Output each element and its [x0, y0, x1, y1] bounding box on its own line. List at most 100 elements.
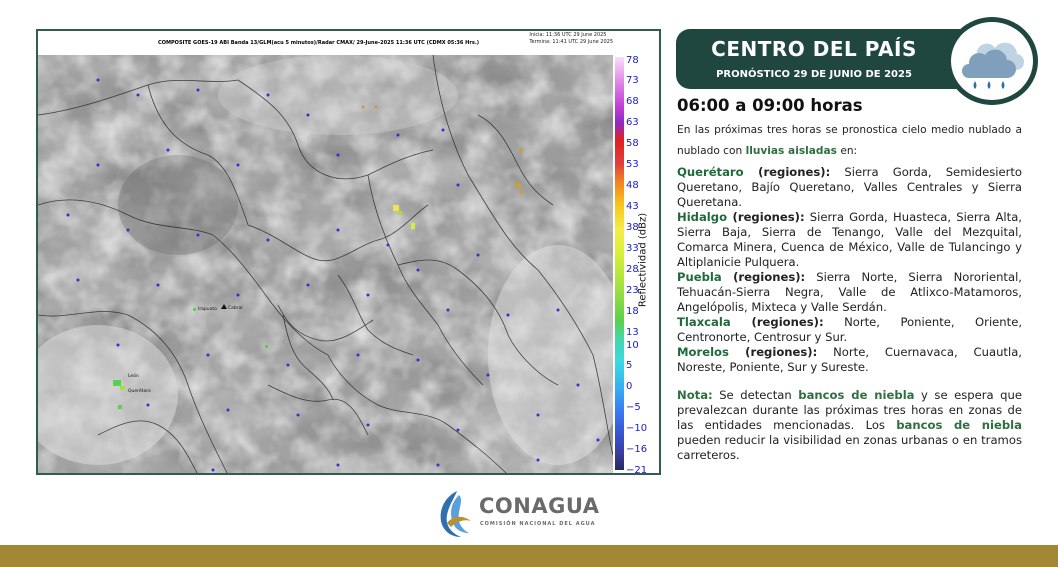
time-range-heading: 06:00 a 09:00 horas [677, 96, 863, 115]
scale-tick-label: 5 [626, 360, 633, 371]
conagua-logo: CONAGUA COMISIÓN NACIONAL DEL AGUA [437, 489, 617, 539]
city-marker [306, 113, 310, 117]
city-marker [336, 228, 340, 232]
map-start-time: Inicia: 11:36 UTC 29 June 2025 [529, 32, 607, 38]
state-name: Hidalgo [677, 210, 728, 224]
scale-tick-label: 0 [626, 381, 633, 392]
city-marker [226, 408, 230, 412]
scale-tick-label: −16 [626, 444, 648, 455]
cloud-mass [218, 55, 458, 135]
fog-highlight: bancos de niebla [798, 388, 915, 402]
region-tag: (regiones): [730, 315, 824, 329]
radar-echo [193, 308, 196, 311]
banner-subtitle: PRONÓSTICO 29 DE JUNIO DE 2025 [716, 69, 912, 80]
city-marker [536, 413, 540, 417]
city-marker [446, 308, 450, 312]
place-label-cabral: Cabral [228, 305, 243, 311]
city-marker [236, 293, 240, 297]
scale-tick-label: 58 [626, 138, 639, 149]
note-text: Se detectan [712, 388, 799, 402]
city-marker [436, 463, 440, 467]
intro-text-end: en: [836, 145, 858, 157]
state-name: Querétaro [677, 165, 744, 179]
city-marker [416, 358, 420, 362]
city-marker [386, 243, 390, 247]
city-marker [336, 463, 340, 467]
satellite-image: Cabral Irapuato León Querétaro [38, 55, 613, 473]
state-name: Tlaxcala [677, 315, 731, 329]
city-marker [286, 363, 290, 367]
city-marker [146, 403, 150, 407]
region-list: Querétaro (regiones): Sierra Gorda, Semi… [677, 165, 1022, 375]
city-marker [196, 88, 200, 92]
forecast-text: 06:00 a 09:00 horas En las próximas tres… [677, 96, 1022, 463]
map-header: COMPOSITE GOES-19 ABI Banda 13/GLM(acu 5… [38, 31, 659, 55]
city-marker [556, 308, 560, 312]
scale-tick-label: 18 [626, 306, 639, 317]
city-marker [266, 238, 270, 242]
region-item: Querétaro (regiones): Sierra Gorda, Semi… [677, 165, 1022, 210]
city-marker [166, 148, 170, 152]
city-marker [96, 78, 100, 82]
radar-echo [118, 405, 122, 409]
place-label-irapuato: Irapuato [198, 306, 217, 312]
place-label-leon: León [128, 372, 139, 379]
city-marker [206, 353, 210, 357]
map-time-range: Inicia: 11:36 UTC 29 June 2025 Termina: … [529, 32, 613, 46]
scale-tick-label: 73 [626, 75, 639, 86]
city-marker [296, 413, 300, 417]
cloud-rain-icon [962, 42, 1025, 89]
cloud-mass [118, 155, 238, 255]
map-caption: COMPOSITE GOES-19 ABI Banda 13/GLM(acu 5… [158, 40, 480, 46]
city-marker [486, 373, 490, 377]
logo-subtitle: COMISIÓN NACIONAL DEL AGUA [480, 521, 596, 527]
region-item: Morelos (regiones): Norte, Cuernavaca, C… [677, 345, 1022, 375]
radar-echo [120, 386, 125, 390]
city-marker [576, 383, 580, 387]
scale-tick-label: 63 [626, 117, 639, 128]
note-label: Nota: [677, 388, 713, 402]
place-label-queretaro: Querétaro [128, 387, 151, 394]
reflectivity-color-bar [615, 57, 624, 470]
banner-title: CENTRO DEL PAÍS [711, 37, 917, 61]
city-marker [476, 253, 480, 257]
conagua-emblem-icon [440, 491, 471, 537]
city-marker [536, 458, 540, 462]
city-marker [366, 293, 370, 297]
city-marker [506, 313, 510, 317]
radar-echo [398, 211, 402, 215]
region-item: Puebla (regiones): Sierra Norte, Sierra … [677, 270, 1022, 315]
note-text: pueden reducir la visibilidad en zonas u… [677, 433, 1022, 462]
city-marker [236, 163, 240, 167]
scale-tick-label: 78 [626, 55, 639, 66]
weather-badge [946, 17, 1038, 105]
scale-tick-label: 68 [626, 96, 639, 107]
city-marker [126, 228, 130, 232]
radar-echo [519, 190, 523, 194]
radar-echo [113, 380, 121, 386]
region-item: Tlaxcala (regiones): Norte, Poniente, Or… [677, 315, 1022, 345]
city-marker [456, 183, 460, 187]
city-marker [96, 163, 100, 167]
logo-wordmark: CONAGUA [479, 494, 600, 518]
city-marker [196, 233, 200, 237]
city-marker [266, 93, 270, 97]
radar-echo [515, 182, 521, 188]
scale-tick-label: 53 [626, 159, 639, 170]
fog-highlight: bancos de niebla [896, 418, 1022, 432]
footer-bar [0, 545, 1058, 567]
city-marker [396, 133, 400, 137]
region-tag: (regiones): [728, 345, 818, 359]
city-marker [76, 278, 80, 282]
radar-echo [361, 105, 365, 109]
reflectivity-axis-label: Reflectividad (dBz) [637, 212, 649, 308]
region-tag: (regiones): [721, 270, 806, 284]
scale-tick-label: 13 [626, 327, 639, 338]
city-marker [416, 268, 420, 272]
reflectivity-scale: 78 73 68 63 58 53 48 43 38 33 28 23 18 13 10 5 0 −5 −10 −16… [613, 55, 659, 475]
scale-tick-label: 43 [626, 201, 639, 212]
city-marker [211, 468, 215, 472]
state-name: Puebla [677, 270, 722, 284]
state-name: Morelos [677, 345, 729, 359]
scale-tick-label: −21 [626, 465, 648, 475]
